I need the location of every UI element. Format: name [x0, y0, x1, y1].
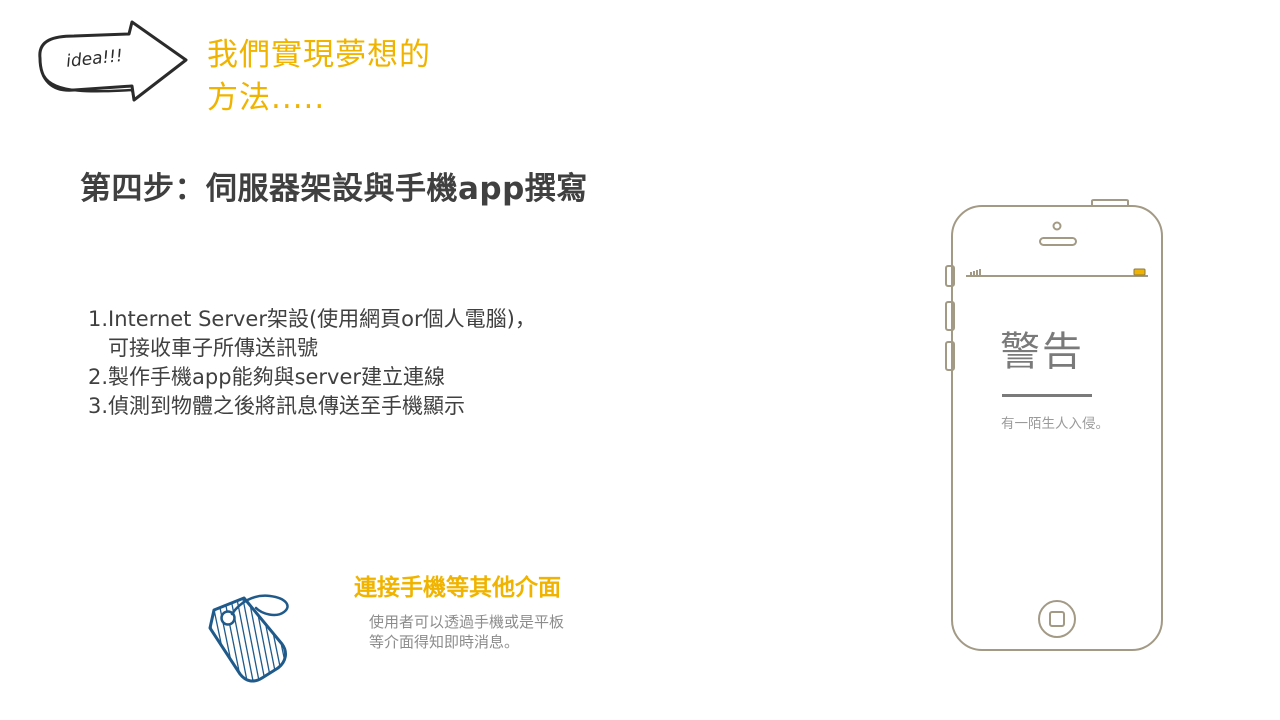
feature-desc-line-2: 等介面得知即時消息。	[369, 633, 520, 651]
battery-icon	[1133, 268, 1146, 276]
step-item-1-cont: 可接收車子所傳送訊號	[108, 336, 318, 360]
idea-arrow-badge: idea!!!	[38, 20, 188, 102]
alert-message: 有一陌生人入侵。	[1001, 416, 1109, 432]
step-list: 1.Internet Server架設(使用網頁or個人電腦)， 可接收車子所傳…	[88, 305, 648, 421]
headline-line-2: 方法.....	[207, 80, 326, 116]
step-item-1: 1.Internet Server架設(使用網頁or個人電腦)，	[88, 307, 536, 331]
feature-desc-line-1: 使用者可以透過手機或是平板	[369, 613, 565, 631]
alert-divider	[1002, 394, 1092, 397]
step-item-2: 2.製作手機app能夠與server建立連線	[88, 365, 446, 389]
alert-title: 警告	[1000, 329, 1084, 375]
step-title: 第四步：伺服器架設與手機app撰寫	[80, 171, 588, 207]
headline-line-1: 我們實現夢想的	[207, 37, 431, 73]
tag-icon	[208, 594, 289, 683]
feature-description: 使用者可以透過手機或是平板 等介面得知即時消息。	[369, 612, 629, 652]
step-item-3: 3.偵測到物體之後將訊息傳送至手機顯示	[88, 394, 466, 418]
headline: 我們實現夢想的 方法.....	[207, 34, 527, 120]
signal-icon	[970, 269, 981, 275]
feature-title: 連接手機等其他介面	[354, 575, 561, 601]
